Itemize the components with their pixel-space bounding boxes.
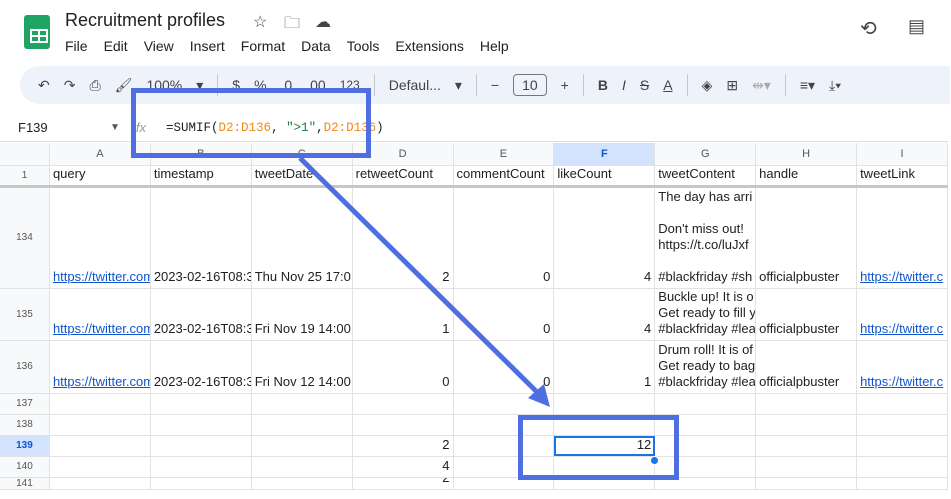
annotation-arrow [298, 156, 550, 407]
fill-handle[interactable] [650, 456, 659, 465]
